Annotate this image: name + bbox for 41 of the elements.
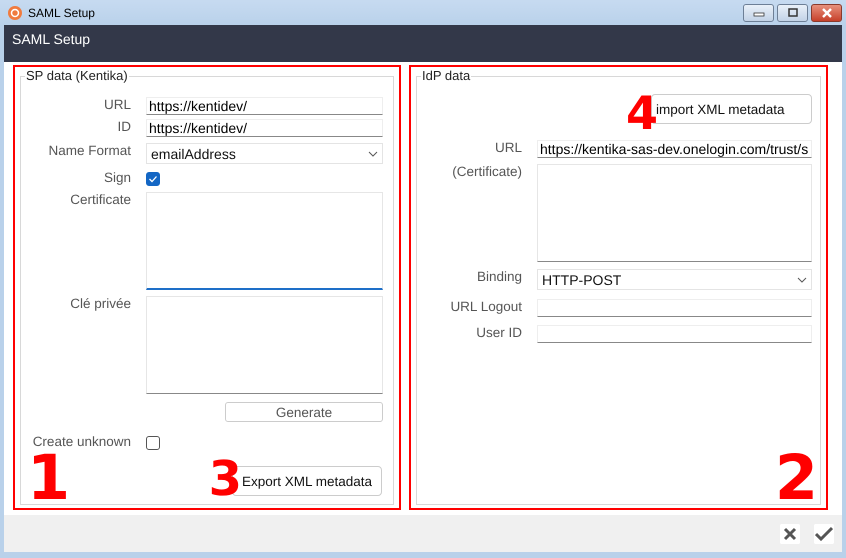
field-label: Certificate bbox=[69, 192, 131, 208]
input-field[interactable]: https://kentika-sas-dev.onelogin.com/trust/s bbox=[537, 140, 812, 158]
field-label: Create unknown bbox=[32, 434, 131, 450]
chevron-down-icon bbox=[797, 276, 807, 282]
field-label: Sign bbox=[102, 170, 131, 186]
field-label: Binding bbox=[476, 269, 522, 285]
field-label: URL bbox=[494, 140, 522, 156]
field-label: URL bbox=[102, 97, 131, 113]
input-field[interactable]: https://kentidev/ bbox=[146, 119, 383, 137]
window-title: SAML Setup bbox=[28, 6, 95, 20]
checkbox[interactable] bbox=[146, 172, 160, 186]
field-label: (Certificate) bbox=[451, 164, 522, 180]
close-icon bbox=[783, 526, 797, 540]
checkmark-icon bbox=[815, 526, 833, 542]
callout-number: 2 bbox=[774, 454, 818, 501]
field-label: User ID bbox=[475, 325, 522, 341]
input-field[interactable] bbox=[537, 299, 812, 317]
input-field[interactable]: https://kentidev/ bbox=[146, 97, 383, 115]
dropdown[interactable]: emailAddress bbox=[146, 143, 383, 164]
generate-button[interactable]: Generate bbox=[225, 402, 383, 422]
chevron-down-icon bbox=[368, 150, 378, 156]
checkmark-icon bbox=[148, 175, 158, 183]
field-label: Clé privée bbox=[69, 296, 131, 312]
text-area[interactable] bbox=[146, 192, 383, 290]
maximize-icon bbox=[786, 8, 798, 18]
maximize-button[interactable] bbox=[777, 4, 808, 22]
close-icon bbox=[820, 8, 832, 18]
field-label: Name Format bbox=[47, 143, 131, 159]
app-icon bbox=[8, 6, 22, 20]
checkbox[interactable] bbox=[146, 436, 160, 450]
cancel-button[interactable] bbox=[780, 524, 800, 544]
ok-button[interactable] bbox=[814, 524, 834, 544]
dropdown[interactable]: HTTP-POST bbox=[537, 269, 812, 290]
field-label: URL Logout bbox=[449, 299, 522, 315]
minimize-button[interactable] bbox=[743, 4, 774, 22]
callout-number: 1 bbox=[27, 454, 70, 501]
group-title: SP data (Kentika) bbox=[25, 68, 129, 84]
dialog-title: SAML Setup bbox=[12, 31, 90, 47]
input-field[interactable] bbox=[537, 325, 812, 343]
close-button[interactable] bbox=[811, 4, 842, 22]
field-label: ID bbox=[116, 119, 131, 135]
